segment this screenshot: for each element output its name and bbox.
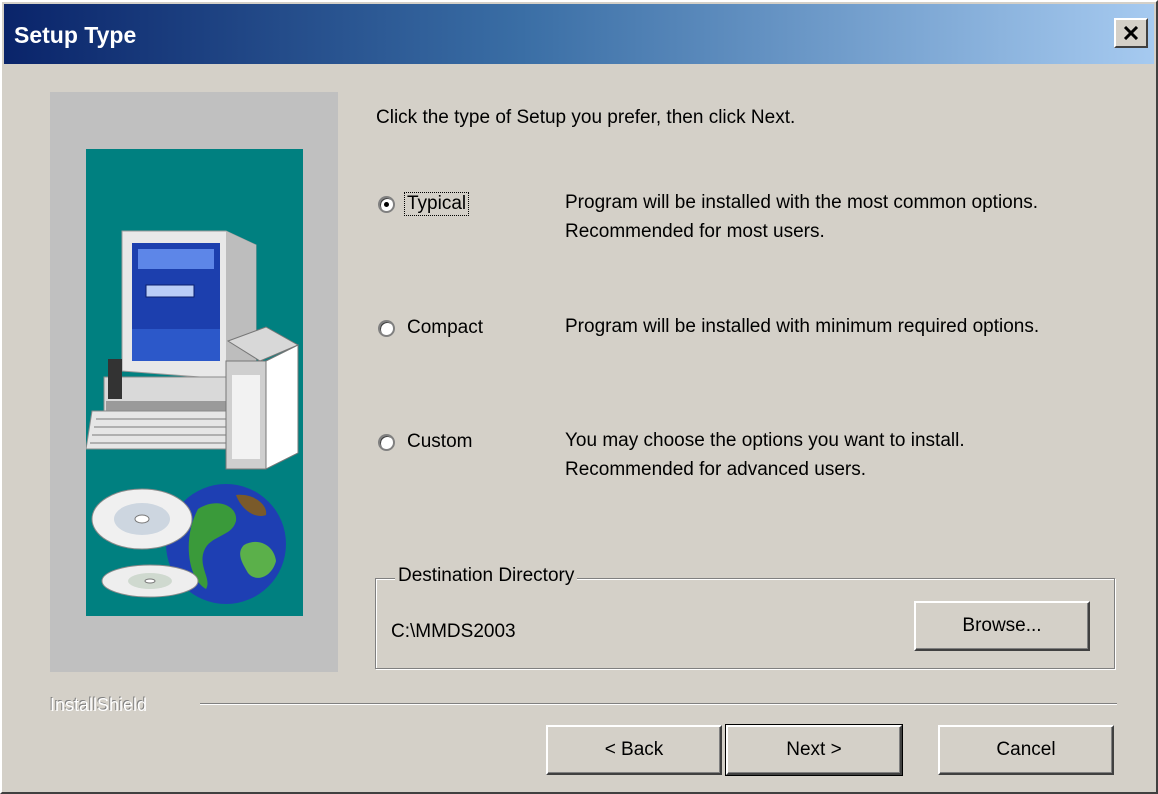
- custom-label[interactable]: Custom: [405, 431, 474, 453]
- compact-radio[interactable]: [378, 319, 395, 337]
- custom-radio[interactable]: [378, 433, 395, 451]
- computer-globe-illustration: [85, 230, 300, 604]
- destination-directory-group: Destination Directory C:\MMDS2003 Browse…: [375, 565, 1115, 669]
- close-icon: [1123, 26, 1139, 40]
- next-button[interactable]: Next >: [725, 724, 903, 776]
- option-typical[interactable]: Typical: [378, 192, 470, 216]
- window-title: Setup Type: [14, 22, 137, 48]
- destination-path: C:\MMDS2003: [391, 621, 516, 642]
- title-bar: Setup Type: [4, 4, 1154, 64]
- browse-button[interactable]: Browse...: [914, 601, 1090, 651]
- typical-description: Program will be installed with the most …: [565, 192, 1039, 242]
- custom-description: You may choose the options you want to i…: [565, 430, 965, 480]
- close-button[interactable]: [1114, 18, 1148, 48]
- typical-radio[interactable]: [378, 195, 395, 213]
- cancel-button[interactable]: Cancel: [938, 725, 1114, 775]
- compact-label[interactable]: Compact: [405, 317, 485, 339]
- footer-divider: [200, 703, 1117, 705]
- destination-directory-legend: Destination Directory: [395, 565, 578, 587]
- option-compact[interactable]: Compact: [378, 317, 485, 339]
- setup-dialog: Setup Type Click the type of Setup you p…: [0, 0, 1158, 794]
- installshield-brand: InstallShield: [50, 695, 148, 715]
- setup-illustration: [85, 149, 303, 616]
- instruction-text: Click the type of Setup you prefer, then…: [376, 107, 796, 128]
- compact-description: Program will be installed with minimum r…: [565, 316, 1040, 337]
- option-custom[interactable]: Custom: [378, 431, 474, 453]
- setup-illustration-panel: [50, 92, 338, 672]
- back-button[interactable]: < Back: [546, 725, 722, 775]
- typical-label[interactable]: Typical: [403, 192, 470, 216]
